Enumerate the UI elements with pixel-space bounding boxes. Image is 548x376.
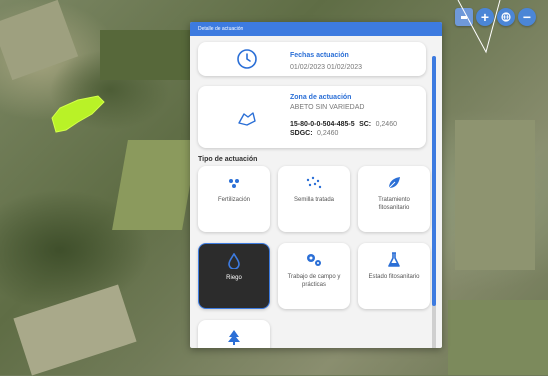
tile-estado-fitosanitario[interactable]: Estado fitosanitario bbox=[358, 243, 430, 309]
tile-label: Semilla tratada bbox=[293, 197, 335, 203]
zone-title: Zona de actuación bbox=[290, 94, 352, 101]
fertilizer-drops-icon bbox=[198, 174, 270, 192]
tile-tratamiento-fitosanitario[interactable]: Tratamiento fitosanitario bbox=[358, 166, 430, 232]
dates-value: 01/02/2023 01/02/2023 bbox=[290, 64, 363, 71]
panel-title: Detalle de actuación bbox=[198, 26, 244, 32]
sdgc-label: SDGC: bbox=[290, 130, 313, 137]
flask-icon bbox=[358, 251, 430, 269]
tile-label: Tratamiento fitosanitario bbox=[378, 197, 410, 211]
scrollbar-thumb[interactable] bbox=[432, 56, 436, 306]
section-title: Tipo de actuación bbox=[198, 156, 258, 163]
water-drop-icon bbox=[199, 252, 269, 270]
panel-scrollbar[interactable] bbox=[432, 56, 436, 348]
tile-arbol[interactable] bbox=[198, 320, 270, 348]
gears-icon bbox=[278, 251, 350, 269]
map-zone-icon bbox=[236, 108, 258, 130]
sc-label: SC: bbox=[359, 121, 372, 128]
sdgc-value: 0,2460 bbox=[317, 130, 339, 137]
seeds-icon bbox=[278, 174, 350, 192]
tile-label: Riego bbox=[226, 275, 242, 281]
tile-fertilizacion[interactable]: Fertilización bbox=[198, 166, 270, 232]
clock-icon bbox=[236, 48, 258, 70]
dates-card: Fechas actuación 01/02/2023 01/02/2023 bbox=[198, 42, 426, 76]
dates-title: Fechas actuación bbox=[290, 52, 349, 59]
tile-label: Estado fitosanitario bbox=[368, 274, 420, 280]
globe-icon[interactable] bbox=[497, 8, 515, 26]
panel-header: Detalle de actuación bbox=[190, 22, 442, 36]
tile-riego[interactable]: Riego bbox=[198, 243, 270, 309]
zone-card: Zona de actuación ABETO SIN VARIEDAD 15-… bbox=[198, 86, 426, 148]
tile-semilla-tratada[interactable]: Semilla tratada bbox=[278, 166, 350, 232]
detail-panel: Detalle de actuación Fechas actuación 01… bbox=[190, 22, 442, 348]
panel-body[interactable]: Fechas actuación 01/02/2023 01/02/2023 Z… bbox=[190, 36, 442, 348]
zoom-out-button[interactable]: − bbox=[518, 8, 536, 26]
map-layers-button[interactable] bbox=[455, 8, 473, 26]
zone-variety: ABETO SIN VARIEDAD bbox=[290, 104, 365, 111]
tile-trabajo-de-campo[interactable]: Trabajo de campo y prácticas bbox=[278, 243, 350, 309]
sc-value: 0,2460 bbox=[375, 121, 397, 128]
leaf-icon bbox=[358, 174, 430, 192]
tile-label: Trabajo de campo y prácticas bbox=[287, 274, 341, 288]
zone-sdgc-line: SDGC: 0,2460 bbox=[290, 122, 338, 140]
tree-icon bbox=[198, 328, 270, 346]
zoom-in-button[interactable]: + bbox=[476, 8, 494, 26]
tile-label: Fertilización bbox=[217, 197, 250, 203]
